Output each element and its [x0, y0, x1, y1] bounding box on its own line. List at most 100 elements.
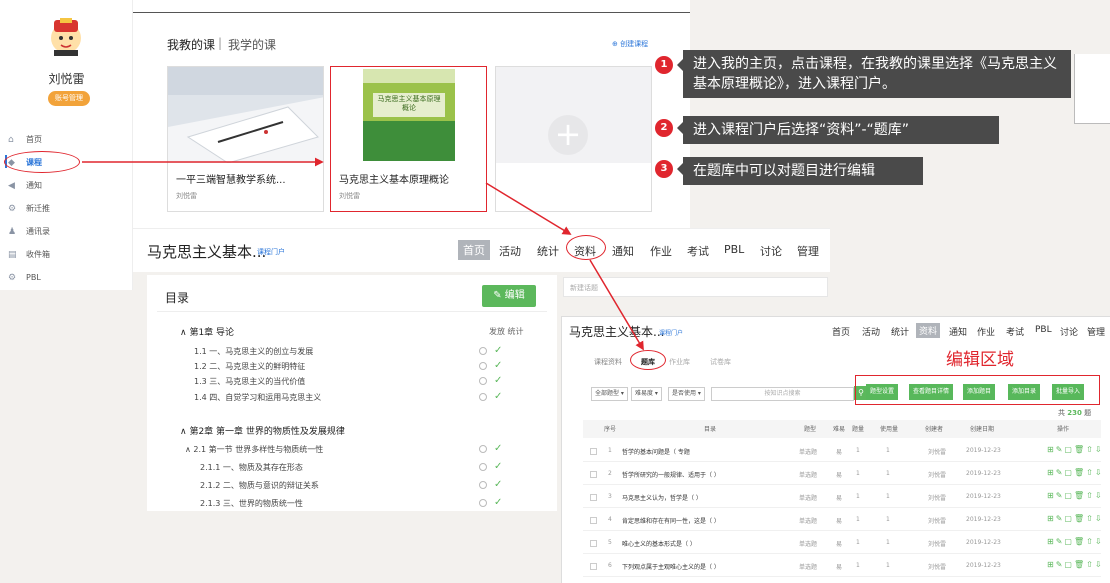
row-checkbox[interactable] [590, 494, 597, 501]
sidebar-item-migrate[interactable]: ⚙ 新迁推 [8, 200, 128, 218]
row-checkbox[interactable] [590, 448, 597, 455]
release-toggle[interactable] [479, 393, 487, 401]
row-action-icons[interactable]: ⊞✎▢🗑⇧⇩ [1047, 514, 1104, 523]
release-toggle[interactable] [479, 362, 487, 370]
row-action-icons[interactable]: ⊞✎▢🗑⇧⇩ [1047, 491, 1104, 500]
release-toggle[interactable] [479, 347, 487, 355]
table-row[interactable]: 7下列属于客观唯心主义的是（ ）单选题易11刘悦雷2019-12-23⊞✎▢🗑⇧… [583, 578, 1101, 583]
tab-my-learning[interactable]: 我学的课 [228, 36, 276, 53]
sidebar-item-inbox[interactable]: ▤ 收件箱 [8, 246, 128, 264]
tab-stats[interactable]: 统计 [891, 325, 909, 338]
cell-diff: 易 [836, 495, 843, 502]
create-course-link[interactable]: ⊕ 创建课程 [612, 39, 648, 49]
tab-pbl[interactable]: PBL [1035, 325, 1052, 335]
release-toggle[interactable] [479, 463, 487, 471]
tab-pbl[interactable]: PBL [724, 243, 744, 256]
avatar[interactable] [48, 18, 84, 58]
cell-count: 1 [856, 516, 860, 523]
sidebar-item-contacts[interactable]: ♟ 通讯录 [8, 223, 128, 241]
catalog-item[interactable]: 2.1.2 二、物质与意识的辩证关系 [200, 480, 319, 491]
sidebar-item-home[interactable]: ⌂ 首页 [8, 131, 128, 149]
tab-homework[interactable]: 作业 [977, 325, 995, 338]
tab-home[interactable]: 首页 [458, 240, 490, 260]
table-row[interactable]: 1 哲学的基本问题是（ 专题 单选题 易 1 1 刘悦雷 2019-12-23 ⊞✎▢🗑⇧⇩ [583, 440, 1104, 462]
tab-stats[interactable]: 统计 [537, 243, 559, 259]
row-checkbox[interactable] [590, 471, 597, 478]
release-toggle[interactable] [479, 377, 487, 385]
cell-title[interactable]: 马克思主义认为，哲学是（ ） [622, 493, 702, 502]
tab-activity[interactable]: 活动 [862, 325, 880, 338]
cell-title[interactable]: 哲学所研究的一般规律、适用于（ ） [622, 470, 720, 479]
course-portal-link[interactable]: 课程门户 [257, 247, 285, 257]
subtab-course-materials[interactable]: 课程资料 [594, 357, 622, 367]
row-action-icons[interactable]: ⊞✎▢🗑⇧⇩ [1047, 468, 1104, 477]
sidebar-item-notify[interactable]: ◀ 通知 [8, 177, 128, 195]
subtab-paper-bank[interactable]: 试卷库 [710, 357, 731, 367]
tab-exam[interactable]: 考试 [1006, 325, 1024, 338]
add-question-button[interactable]: 添加题目 [963, 384, 996, 400]
column-header: 使用量 [880, 426, 899, 433]
table-row[interactable]: 6 下列观点属于主观唯心主义的是（ ） 单选题 易 1 1 刘悦雷 2019-12-23 ⊞✎▢… [583, 555, 1104, 577]
row-checkbox[interactable] [590, 517, 597, 524]
tab-home[interactable]: 首页 [832, 325, 850, 338]
catalog-item[interactable]: 1.1 一、马克思主义的创立与发展 [194, 346, 313, 357]
catalog-item[interactable]: 2.1.1 一、物质及其存在形态 [200, 462, 303, 473]
divider [157, 311, 547, 312]
catalog-item[interactable]: 2.1.3 三、世界的物质统一性 [200, 498, 303, 509]
catalog-item[interactable]: 1.4 四、自觉学习和运用马克思主义 [194, 392, 321, 403]
catalog-item[interactable]: ∧ 2.1 第一节 世界多样性与物质统一性 [185, 444, 323, 455]
row-action-icons[interactable]: ⊞✎▢🗑⇧⇩ [1047, 560, 1104, 569]
filter-usage[interactable]: 是否使用 ▾ [668, 387, 705, 401]
gear-icon: ⚙ [8, 204, 17, 214]
filter-question-type[interactable]: 全部题型 ▾ [591, 387, 628, 401]
batch-import-button[interactable]: 批量导入 [1052, 384, 1085, 400]
tab-discussion[interactable]: 讨论 [1060, 325, 1078, 338]
course-card[interactable]: 一平三端智慧教学系统... 刘悦雷 [167, 66, 324, 212]
cell-used: 1 [886, 539, 890, 546]
tab-my-teaching[interactable]: 我教的课 [167, 36, 215, 53]
tab-manage[interactable]: 管理 [1087, 325, 1105, 338]
add-course-card[interactable]: + [495, 66, 652, 212]
row-checkbox[interactable] [590, 540, 597, 547]
course-title: 一平三端智慧教学系统... [176, 175, 286, 186]
table-row[interactable]: 2 哲学所研究的一般规律、适用于（ ） 单选题 易 1 1 刘悦雷 2019-12-23 ⊞✎▢… [583, 463, 1104, 485]
course-card-marxism[interactable]: 马克思主义基本原理概论 马克思主义基本原理概论 刘悦雷 [330, 66, 487, 212]
tab-exam[interactable]: 考试 [687, 243, 709, 259]
tab-discussion[interactable]: 讨论 [760, 243, 782, 259]
row-action-icons[interactable]: ⊞✎▢🗑⇧⇩ [1047, 445, 1104, 454]
sidebar-item-label: 收件箱 [26, 250, 50, 259]
row-checkbox[interactable] [590, 563, 597, 570]
account-manage-button[interactable]: 账号管理 [48, 91, 90, 106]
catalog-chapter[interactable]: ∧ 第2章 第一章 世界的物质性及发展规律 [180, 424, 345, 437]
catalog-item[interactable]: 1.2 二、马克思主义的鲜明特征 [194, 361, 305, 372]
cell-title[interactable]: 肯定思维和存在有同一性，这是（ ） [622, 516, 720, 525]
sidebar-item-pbl[interactable]: ⚙ PBL [8, 269, 128, 287]
table-row[interactable]: 3 马克思主义认为，哲学是（ ） 单选题 易 1 1 刘悦雷 2019-12-23 ⊞✎▢🗑⇧⇩ [583, 486, 1104, 508]
tab-activity[interactable]: 活动 [499, 243, 521, 259]
table-row[interactable]: 4 肯定思维和存在有同一性，这是（ ） 单选题 易 1 1 刘悦雷 2019-12-23 ⊞✎▢… [583, 509, 1104, 531]
cell-title[interactable]: 哲学的基本问题是（ 专题 [622, 447, 690, 456]
catalog-item[interactable]: 1.3 三、马克思主义的当代价值 [194, 376, 305, 387]
catalog-chapter[interactable]: ∧ 第1章 导论 [180, 325, 234, 338]
release-toggle[interactable] [479, 499, 487, 507]
row-action-icons[interactable]: ⊞✎▢🗑⇧⇩ [1047, 537, 1104, 546]
cell-title[interactable]: 唯心主义的基本形式是（ ） [622, 539, 696, 548]
knowledge-search-input[interactable]: 按知识点搜索 [711, 387, 854, 401]
view-question-details-button[interactable]: 查看题目详情 [909, 384, 954, 400]
tab-manage[interactable]: 管理 [797, 243, 819, 259]
course-portal-link[interactable]: 课程门户 [659, 328, 683, 337]
filter-difficulty[interactable]: 难易度 ▾ [631, 387, 662, 401]
add-directory-button[interactable]: 添加目录 [1008, 384, 1041, 400]
tab-homework[interactable]: 作业 [650, 243, 672, 259]
tab-notice[interactable]: 通知 [949, 325, 967, 338]
cell-title[interactable]: 下列观点属于主观唯心主义的是（ ） [622, 562, 720, 571]
edit-button[interactable]: ✎ 编辑 [482, 285, 536, 307]
subtab-homework-bank[interactable]: 作业库 [669, 357, 690, 367]
tab-notice[interactable]: 通知 [612, 243, 634, 259]
release-toggle[interactable] [479, 481, 487, 489]
tab-resources[interactable]: 资料 [916, 323, 941, 338]
release-toggle[interactable] [479, 445, 487, 453]
question-type-settings-button[interactable]: 题型设置 [866, 384, 899, 400]
table-row[interactable]: 5 唯心主义的基本形式是（ ） 单选题 易 1 1 刘悦雷 2019-12-23 ⊞✎▢🗑⇧⇩ [583, 532, 1104, 554]
new-topic-input[interactable] [563, 277, 828, 297]
